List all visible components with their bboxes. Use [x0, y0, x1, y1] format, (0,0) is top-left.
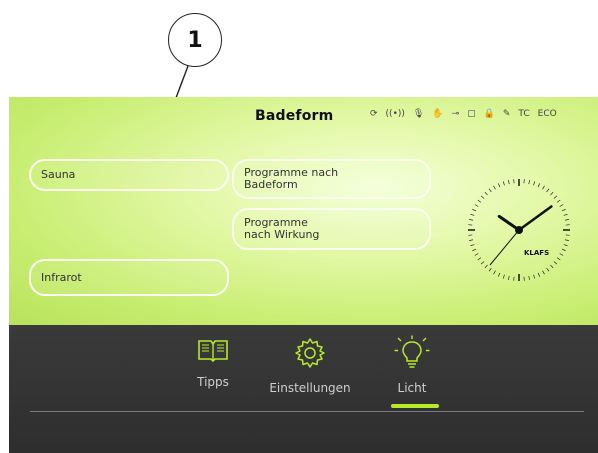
clock-tick [533, 181, 536, 186]
nav-licht[interactable]: Licht [385, 335, 439, 395]
clock-tick [484, 264, 488, 269]
clock-tick [563, 213, 568, 216]
clock-tick [497, 183, 501, 188]
clock-tick [493, 270, 496, 275]
clock-tick [553, 261, 558, 265]
callout-number-badge: 1 [168, 13, 222, 67]
clock-tick [550, 191, 554, 196]
clock-center [515, 226, 523, 234]
nav-einstellungen[interactable]: Einstellungen [262, 337, 358, 395]
clock-tick [559, 253, 564, 256]
clock-tick [470, 244, 475, 247]
clock-tick [550, 264, 554, 269]
sauna-label: Sauna [41, 168, 76, 181]
status-bar: ⟳ ((•)) 🎙 ✋ ⊸ ▢ 🔒 ✎ TC ECO [370, 109, 557, 119]
clock-tick [564, 219, 569, 221]
clock-second-hand [489, 229, 520, 266]
clock-tick [508, 180, 510, 185]
clock-tick [553, 195, 558, 199]
clock-tick [477, 257, 482, 261]
callout-number: 1 [187, 27, 203, 53]
clock-tick [470, 213, 475, 216]
clock-tick [556, 257, 561, 261]
wireless-icon: ((•)) [385, 109, 405, 119]
clock-tick [474, 253, 479, 256]
clock-tick [537, 183, 541, 188]
clock-tick [546, 188, 550, 193]
nav-licht-label: Licht [397, 381, 427, 395]
clock-tick [472, 208, 477, 212]
clock-tick [474, 204, 479, 207]
clock-tick [528, 180, 530, 185]
clock-tick [546, 267, 550, 272]
nav-einstellungen-label: Einstellungen [269, 381, 351, 395]
clock-tick [480, 195, 485, 199]
clock-tick [472, 248, 477, 252]
clock-tick [537, 272, 541, 277]
clock-tick [561, 248, 566, 252]
clock-tick [533, 274, 536, 279]
microphone-icon: 🎙 [412, 109, 425, 119]
clock-tick [480, 261, 485, 265]
lightbulb-icon [394, 335, 430, 368]
page-title: Badeform [255, 108, 334, 124]
clock-brand: KLAFS [524, 249, 549, 257]
clock-tick [559, 204, 564, 207]
eco-label: ECO [537, 109, 557, 119]
infrarot-label: Infrarot [41, 270, 82, 284]
clock-tick [502, 274, 505, 279]
key-icon: ⊸ [451, 109, 460, 119]
nav-divider [30, 411, 584, 412]
programme-nach-badeform-button[interactable]: Programme nach Badeform [232, 159, 431, 199]
clock-tick [561, 208, 566, 212]
clock-tick [528, 275, 530, 280]
clock-tick [497, 272, 501, 277]
hand-icon: ✋ [432, 109, 444, 119]
gear-icon [295, 338, 325, 368]
analog-clock: KLAFS [468, 179, 570, 281]
sync-icon: ⟳ [370, 109, 378, 119]
lock-icon: 🔒 [483, 109, 495, 119]
clock-tick [508, 275, 510, 280]
clock-tick [493, 185, 496, 190]
nav-tipps[interactable]: Tipps [183, 337, 243, 389]
tc-label: TC [518, 109, 530, 119]
clock-tick [488, 267, 492, 272]
book-icon [198, 340, 228, 363]
clock-minute-hand [517, 205, 553, 232]
clock-tick [502, 181, 505, 186]
programme-nach-wirkung-button[interactable]: Programme nach Wirkung [232, 208, 431, 250]
clock-tick [469, 219, 474, 221]
programme-nach-wirkung-line2: nach Wirkung [244, 228, 320, 241]
clock-tick [542, 185, 545, 190]
clock-tick [564, 239, 569, 241]
clock-tick [469, 239, 474, 241]
infrarot-button[interactable]: Infrarot [29, 259, 229, 296]
clock-tick [556, 199, 561, 203]
programme-nach-badeform-line2: Badeform [244, 178, 298, 191]
tools-icon: ✎ [502, 109, 511, 119]
sauna-button[interactable]: Sauna [29, 159, 229, 191]
clock-tick [484, 191, 488, 196]
clock-tick [563, 244, 568, 247]
nav-tipps-label: Tipps [197, 375, 229, 389]
clock-tick [542, 270, 545, 275]
clock-tick [477, 199, 482, 203]
active-tab-indicator [391, 404, 439, 408]
speaker-icon: ▢ [467, 109, 476, 119]
clock-tick [488, 188, 492, 193]
